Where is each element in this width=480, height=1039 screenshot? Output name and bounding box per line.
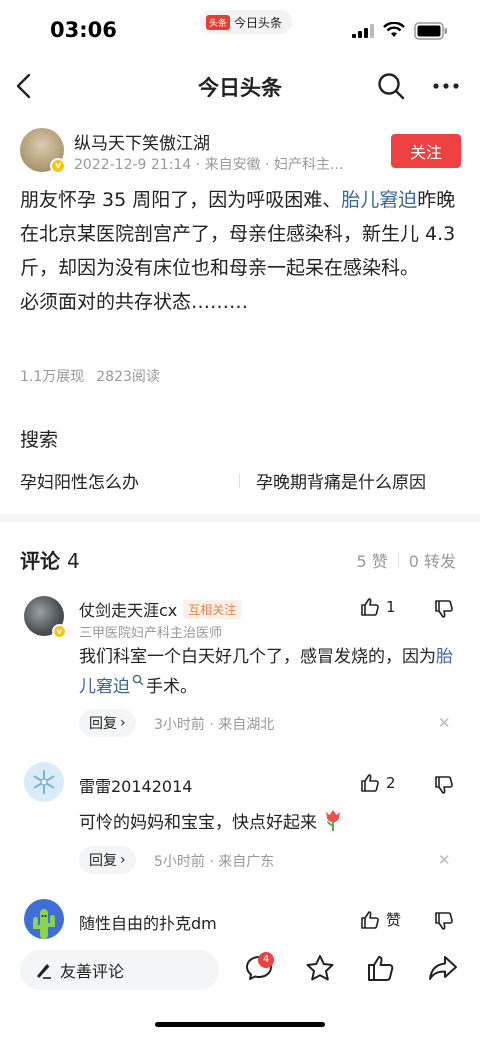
likes-summary[interactable]: 5 赞 <box>356 548 387 572</box>
thumbs-down-icon[interactable] <box>434 775 454 795</box>
comment-time: 5小时前 · 来自广东 <box>154 854 275 870</box>
toutiao-logo: 头条 <box>206 14 231 30</box>
tulip-emoji-icon <box>326 810 341 831</box>
comment-time: 3小时前 · 来自湖北 <box>154 717 275 733</box>
mutual-follow-tag: 互相关注 <box>183 600 242 619</box>
commenter-name[interactable]: 仗剑走天涯cx 互相关注 <box>79 597 242 621</box>
comment-text-part: 我们科室一个白天好几个了，感冒发烧的，因为 <box>79 647 436 667</box>
comment-text-part: 可怜的妈妈和宝宝，快点好起来 <box>79 813 317 833</box>
battery-icon <box>414 22 447 40</box>
comment-text: 可怜的妈妈和宝宝，快点好起来 <box>79 808 459 838</box>
post-stats: 1.1万展现 2823阅读 <box>20 366 172 386</box>
thumbs-down-icon[interactable] <box>434 599 454 619</box>
status-bar: 03:06 头条 今日头条 <box>0 0 480 62</box>
comment-text: 我们科室一个白天好几个了，感冒发烧的，因为胎儿窘迫 手术。 <box>79 642 459 702</box>
commenter-avatar[interactable]: v <box>24 596 67 639</box>
thumbs-down-icon[interactable] <box>434 911 454 931</box>
comment-like-count: 赞 <box>386 911 402 929</box>
search-section-title: 搜索 <box>20 429 59 451</box>
comment-like-count: 2 <box>386 774 396 792</box>
section-separator <box>0 514 480 522</box>
reads-count: 2823阅读 <box>96 369 160 385</box>
shares-summary[interactable]: 0 转发 <box>409 548 456 572</box>
comment-like-count: 1 <box>386 598 396 616</box>
commenter-name[interactable]: 随性自由的扑克dm <box>79 910 217 934</box>
comments-count: 4 <box>66 549 80 573</box>
comment-like-button[interactable]: 赞 <box>360 909 401 930</box>
like-icon[interactable] <box>366 954 396 982</box>
post-keyword-link[interactable]: 胎儿窘迫 <box>341 189 417 211</box>
reply-button[interactable]: 回复 › <box>79 846 136 874</box>
post-meta: 2022-12-9 21:14 · 来自安徽 · 妇产科主... <box>74 157 344 173</box>
search-mini-icon <box>132 674 144 686</box>
favorite-star-icon[interactable] <box>305 954 335 982</box>
close-icon[interactable]: ✕ <box>438 714 451 732</box>
reply-label: 回复 <box>89 853 117 869</box>
home-indicator <box>155 1022 325 1027</box>
comment-like-button[interactable]: 1 <box>360 597 396 617</box>
author-name[interactable]: 纵马天下笑傲江湖 <box>74 129 210 154</box>
thumbs-up-icon <box>361 910 379 929</box>
suggestion-divider <box>239 474 240 488</box>
top-nav: 今日头条 <box>0 62 480 110</box>
chevron-right-icon: › <box>120 852 126 868</box>
commenter-title: 三甲医院妇产科主治医师 <box>79 626 223 641</box>
follow-button[interactable]: 关注 <box>391 134 461 168</box>
search-suggestion[interactable]: 孕晚期背痛是什么原因 <box>256 468 426 493</box>
comments-title: 评论 4 <box>20 545 80 574</box>
close-icon[interactable]: ✕ <box>438 851 451 869</box>
comments-label: 评论 <box>20 549 60 573</box>
comment-like-button[interactable]: 2 <box>360 773 396 793</box>
snowflake-icon <box>33 770 55 794</box>
commenter-name[interactable]: 雷雷20142014 <box>79 773 192 797</box>
cactus-icon <box>33 909 55 939</box>
commenter-name-text: 仗剑走天涯cx <box>79 601 178 620</box>
app-indicator-pill[interactable]: 头条 今日头条 <box>200 10 293 34</box>
commenter-avatar[interactable] <box>24 899 64 939</box>
post-reactions-summary: 5 赞 0 转发 <box>356 548 456 572</box>
comment-count-badge: 4 <box>258 952 274 968</box>
verified-badge-icon: v <box>50 158 66 174</box>
views-count: 1.1万展现 <box>20 369 85 385</box>
reply-button[interactable]: 回复 › <box>79 709 136 737</box>
more-options-icon[interactable] <box>432 82 460 90</box>
post-body: 朋友怀孕 35 周阳了，因为呼吸困难、胎儿窘迫昨晚在北京某医院剖宫产了，母亲住感… <box>20 183 466 319</box>
post-body-text: 朋友怀孕 35 周阳了，因为呼吸困难、 <box>20 189 342 211</box>
status-time: 03:06 <box>50 18 117 42</box>
chevron-right-icon: › <box>120 715 126 731</box>
thumbs-up-icon <box>361 774 379 792</box>
comment-text-part: 手术。 <box>146 677 197 697</box>
signal-icon <box>352 24 374 38</box>
share-icon[interactable] <box>427 954 459 982</box>
post-body-last: 必须面对的共存状态……… <box>20 291 249 313</box>
search-suggestion[interactable]: 孕妇阳性怎么办 <box>20 468 139 493</box>
verified-badge-icon: v <box>52 624 67 639</box>
page-title: 今日头条 <box>198 76 282 100</box>
comment-input-placeholder: 友善评论 <box>60 962 125 981</box>
author-avatar[interactable]: v <box>20 128 66 174</box>
wifi-icon <box>383 22 405 37</box>
commenter-avatar[interactable] <box>24 762 64 802</box>
pen-icon <box>37 964 51 979</box>
divider <box>397 553 399 567</box>
reply-label: 回复 <box>89 716 117 732</box>
app-indicator-label: 今日头条 <box>234 15 283 30</box>
thumbs-up-icon <box>361 598 379 616</box>
search-icon[interactable] <box>376 71 406 101</box>
comment-input[interactable]: 友善评论 <box>20 950 219 990</box>
